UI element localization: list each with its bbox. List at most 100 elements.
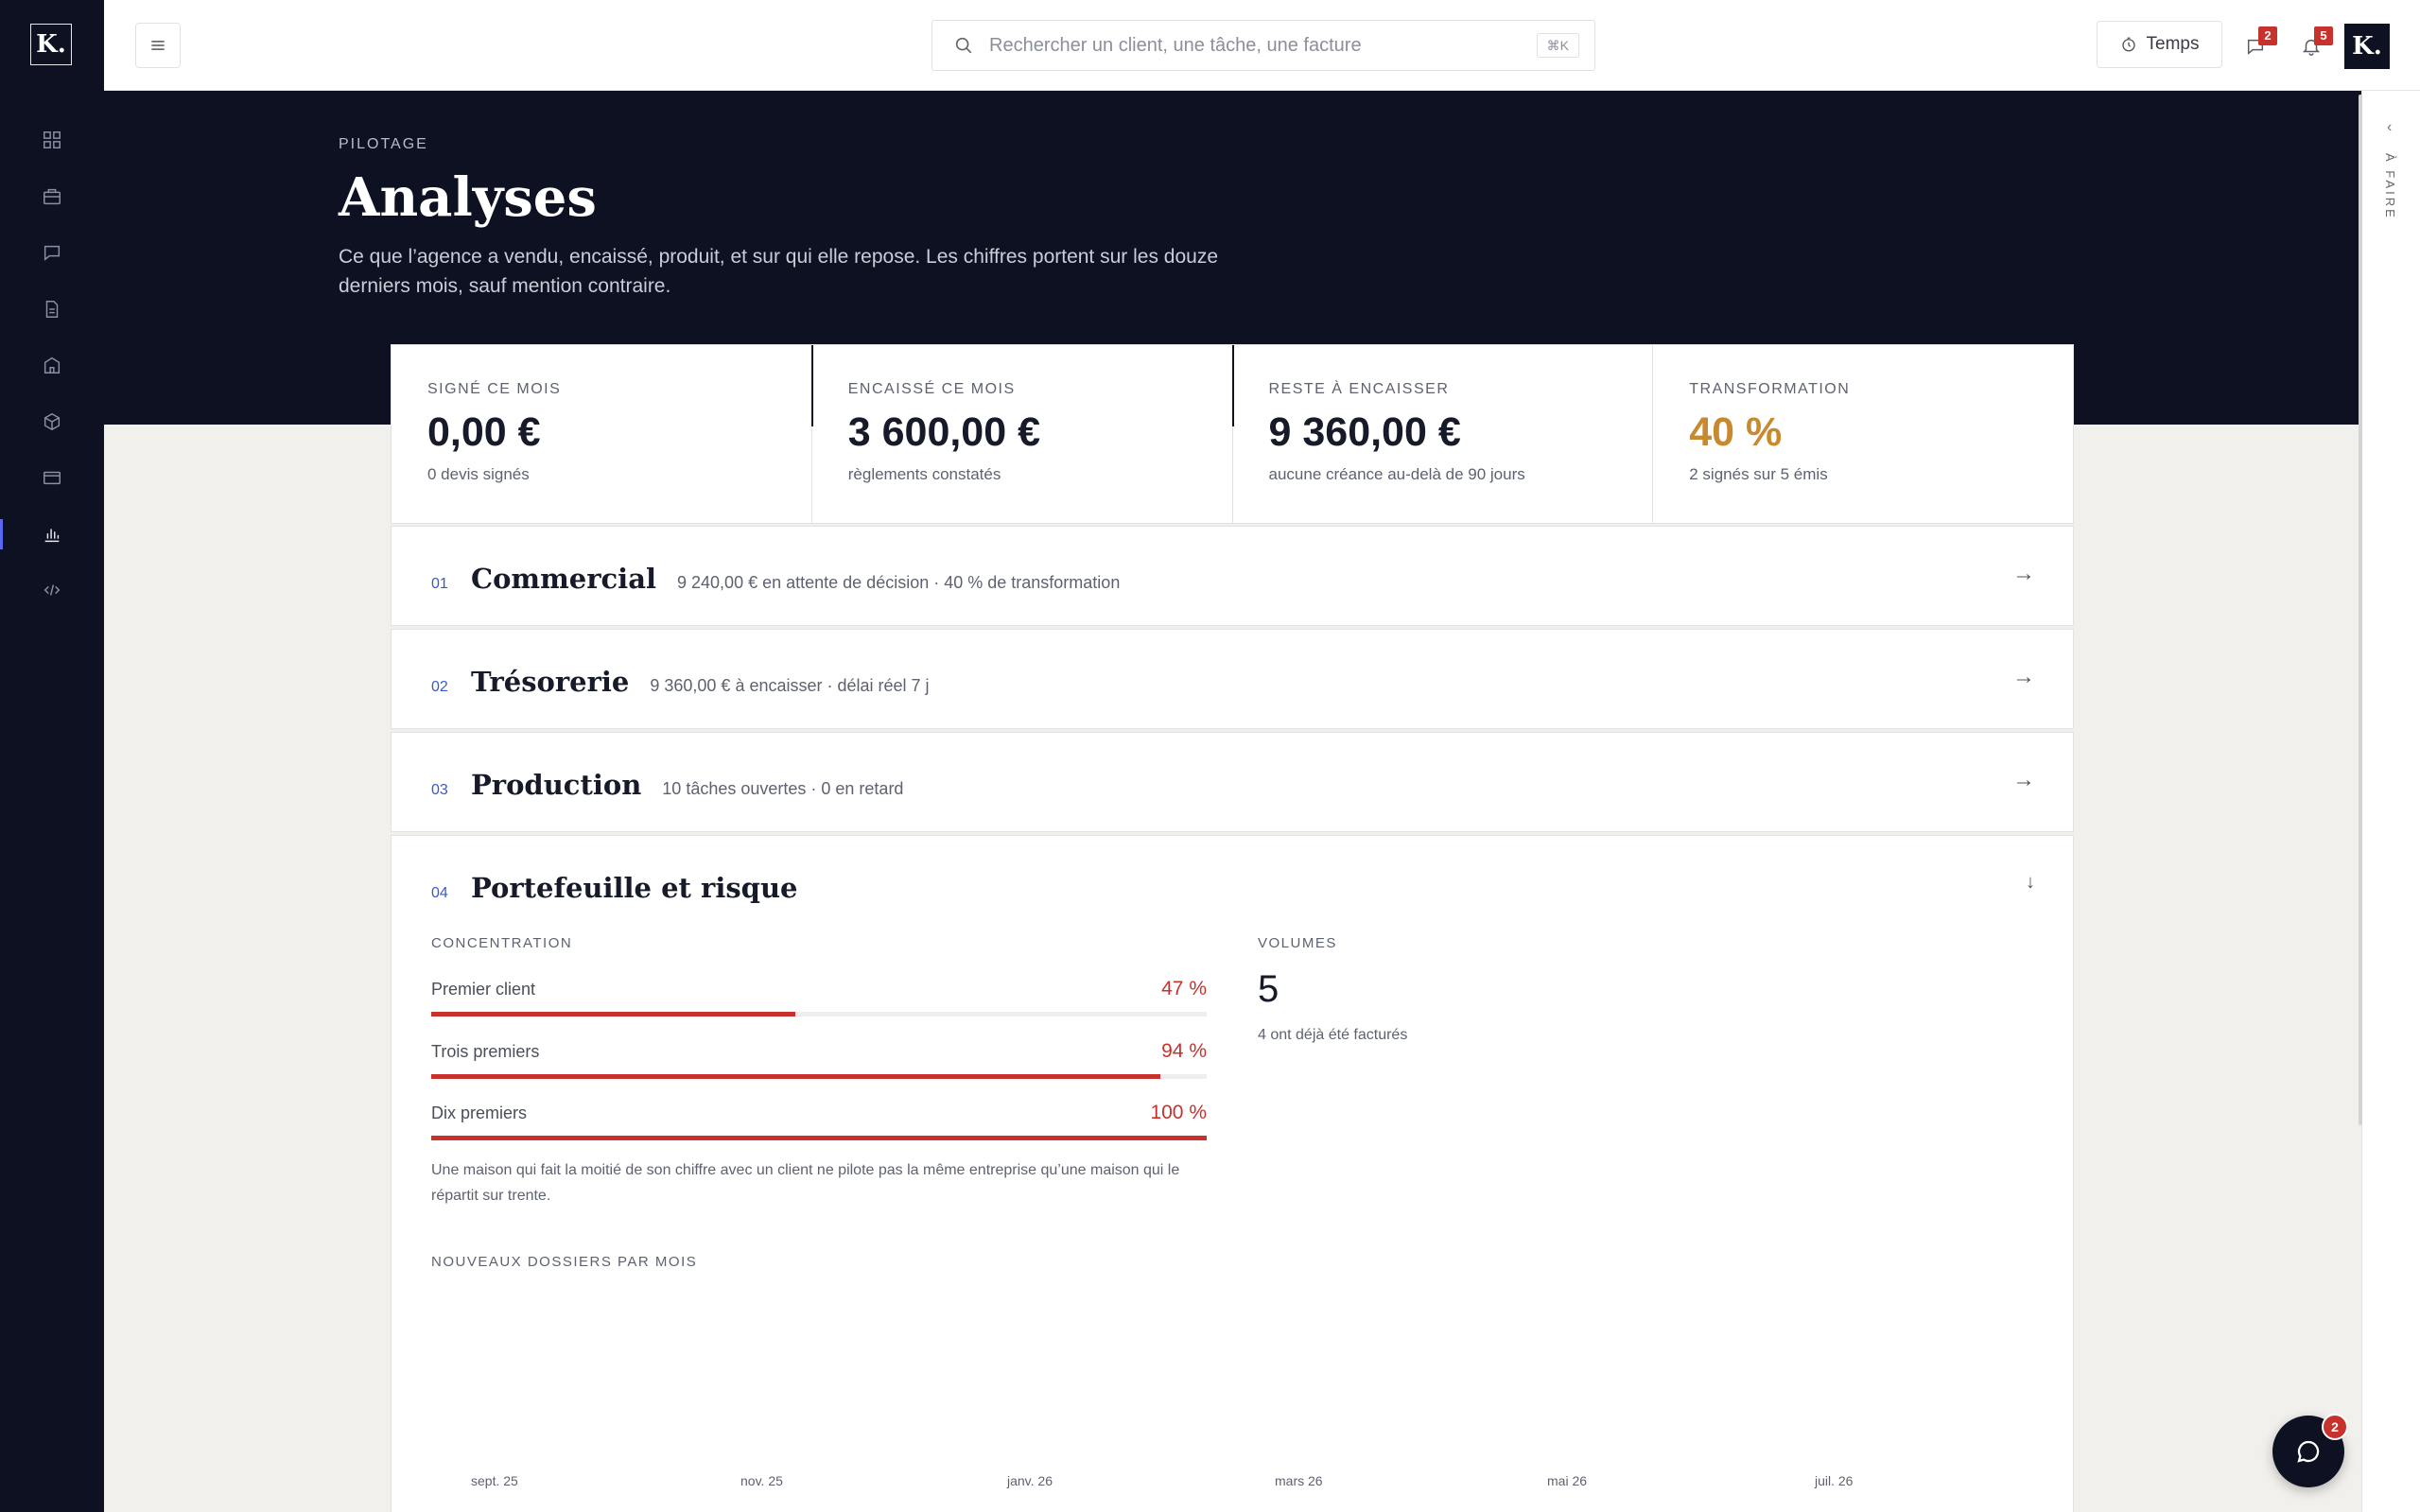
arrow-right-icon[interactable]: → bbox=[2012, 767, 2035, 793]
logo-letter: K bbox=[36, 30, 58, 59]
section-number: 02 bbox=[431, 679, 448, 695]
code-icon bbox=[44, 584, 61, 596]
arrow-right-icon[interactable]: → bbox=[2012, 561, 2035, 587]
kpi-value: 3 600,00 € bbox=[847, 409, 1040, 455]
nav-clients[interactable] bbox=[0, 340, 104, 390]
todo-rail-label: À FAIRE bbox=[2383, 153, 2397, 220]
month-tick: nov. 25 bbox=[740, 1473, 783, 1488]
building-icon bbox=[44, 356, 61, 374]
bar-fill bbox=[431, 1074, 1160, 1079]
page-eyebrow: PILOTAGE bbox=[339, 136, 428, 152]
sidebar: K. bbox=[0, 0, 104, 1512]
messages-button[interactable]: 2 bbox=[2232, 23, 2279, 70]
nav-analytics[interactable] bbox=[0, 510, 104, 559]
search-input[interactable]: Rechercher un client, une tâche, une fac… bbox=[989, 35, 1362, 57]
nav-products[interactable] bbox=[0, 397, 104, 446]
menu-button[interactable] bbox=[135, 23, 181, 68]
bar-track bbox=[431, 1012, 1207, 1017]
kpi-value: 40 % bbox=[1689, 409, 1783, 455]
section-header[interactable]: 04 Portefeuille et risque bbox=[431, 872, 797, 904]
chat-icon bbox=[2297, 1440, 2320, 1463]
section-production[interactable]: 03 Production 10 tâches ouvertes · 0 en … bbox=[391, 732, 2074, 832]
search-bar[interactable]: Rechercher un client, une tâche, une fac… bbox=[931, 20, 1595, 71]
chart-icon bbox=[44, 529, 60, 543]
nav-developer[interactable] bbox=[0, 565, 104, 615]
row-name: Dix premiers bbox=[431, 1104, 528, 1122]
kpi-value: 0,00 € bbox=[427, 409, 541, 455]
section-commercial[interactable]: 01 Commercial 9 240,00 € en attente de d… bbox=[391, 526, 2074, 626]
chevron-left-icon[interactable]: ‹ bbox=[2387, 119, 2392, 136]
arrow-down-icon[interactable]: ↓ bbox=[2026, 872, 2035, 894]
card-icon bbox=[44, 471, 61, 485]
section-meta: 9 240,00 € en attente de décision · 40 %… bbox=[677, 573, 1121, 592]
monthly-label: NOUVEAUX DOSSIERS PAR MOIS bbox=[431, 1254, 698, 1270]
kpi-sub: 0 devis signés bbox=[427, 465, 530, 483]
chat-badge: 2 bbox=[2322, 1414, 2348, 1440]
row-name: Premier client bbox=[431, 980, 536, 999]
month-tick: juil. 26 bbox=[1815, 1473, 1854, 1488]
section-tresorerie[interactable]: 02 Trésorerie 9 360,00 € à encaisser · d… bbox=[391, 629, 2074, 729]
row-pct: 100 % bbox=[1150, 1102, 1207, 1123]
section-header: 02 Trésorerie 9 360,00 € à encaisser · d… bbox=[431, 666, 930, 698]
todo-rail[interactable]: ‹ À FAIRE bbox=[2361, 91, 2420, 1512]
page-description: Ce que l’agence a vendu, encaissé, produ… bbox=[339, 246, 1219, 297]
nav-messages[interactable] bbox=[0, 228, 104, 277]
kpi-label: SIGNÉ CE MOIS bbox=[427, 381, 562, 397]
avatar[interactable]: K. bbox=[2344, 24, 2390, 69]
scrollbar[interactable] bbox=[2359, 95, 2362, 1125]
kpi-card: RESTE À ENCAISSER 9 360,00 € aucune créa… bbox=[1231, 345, 1654, 523]
arrow-right-icon[interactable]: → bbox=[2012, 664, 2035, 690]
concentration-label: CONCENTRATION bbox=[431, 935, 573, 951]
nav-documents[interactable] bbox=[0, 285, 104, 334]
messages-badge: 2 bbox=[2258, 26, 2277, 45]
time-button[interactable]: Temps bbox=[2097, 21, 2222, 68]
message-icon bbox=[44, 245, 61, 261]
concentration-note: Une maison qui fait la moitié de son chi… bbox=[431, 1162, 1180, 1204]
section-title: Portefeuille et risque bbox=[471, 872, 798, 904]
section-number: 01 bbox=[431, 576, 448, 592]
section-number: 04 bbox=[431, 885, 448, 901]
section-title: Trésorerie bbox=[471, 666, 630, 698]
row-name: Trois premiers bbox=[431, 1042, 540, 1061]
kpi-divider bbox=[1231, 345, 1234, 426]
bar-track bbox=[431, 1074, 1207, 1079]
nav-projects[interactable] bbox=[0, 172, 104, 221]
month-tick: mars 26 bbox=[1275, 1473, 1323, 1488]
kpi-cards: SIGNÉ CE MOIS 0,00 € 0 devis signés ENCA… bbox=[391, 344, 2074, 524]
section-portefeuille: 04 Portefeuille et risque ↓ CONCENTRATIO… bbox=[391, 835, 2074, 1512]
section-header: 03 Production 10 tâches ouvertes · 0 en … bbox=[431, 769, 903, 801]
page-title: Analyses bbox=[339, 166, 597, 229]
kpi-label: RESTE À ENCAISSER bbox=[1268, 381, 1450, 397]
kpi-card: TRANSFORMATION 40 % 2 signés sur 5 émis bbox=[1653, 345, 2073, 523]
volumes-value: 5 bbox=[1258, 968, 1280, 1010]
bar-fill bbox=[431, 1012, 796, 1017]
section-number: 03 bbox=[431, 782, 448, 798]
bar-fill bbox=[431, 1136, 1207, 1140]
section-meta: 10 tâches ouvertes · 0 en retard bbox=[662, 779, 904, 798]
section-meta: 9 360,00 € à encaisser · délai réel 7 j bbox=[650, 676, 930, 695]
section-header: 01 Commercial 9 240,00 € en attente de d… bbox=[431, 563, 1120, 595]
kpi-label: TRANSFORMATION bbox=[1689, 381, 1851, 397]
timer-icon bbox=[2121, 37, 2135, 52]
kpi-sub: aucune créance au-delà de 90 jours bbox=[1268, 465, 1525, 483]
nav-billing[interactable] bbox=[0, 453, 104, 502]
hamburger-icon bbox=[151, 41, 165, 50]
section-title: Production bbox=[471, 769, 642, 801]
cube-icon bbox=[44, 412, 61, 431]
dashboard-icon bbox=[44, 131, 61, 148]
notifications-button[interactable]: 5 bbox=[2288, 23, 2335, 70]
time-label: Temps bbox=[2146, 34, 2200, 54]
volumes-label: VOLUMES bbox=[1258, 935, 1337, 951]
kpi-card: ENCAISSÉ CE MOIS 3 600,00 € règlements c… bbox=[810, 345, 1233, 523]
document-icon bbox=[45, 301, 59, 318]
briefcase-icon bbox=[44, 188, 61, 205]
kpi-value: 9 360,00 € bbox=[1268, 409, 1461, 455]
month-tick: janv. 26 bbox=[1007, 1473, 1053, 1488]
kpi-sub: règlements constatés bbox=[847, 465, 1001, 483]
kpi-sub: 2 signés sur 5 émis bbox=[1689, 465, 1828, 483]
brand-logo[interactable]: K. bbox=[30, 24, 72, 65]
nav-dashboard[interactable] bbox=[0, 115, 104, 165]
chat-button[interactable]: 2 bbox=[2272, 1414, 2348, 1487]
kpi-label: ENCAISSÉ CE MOIS bbox=[847, 381, 1016, 397]
row-pct: 47 % bbox=[1161, 978, 1207, 999]
